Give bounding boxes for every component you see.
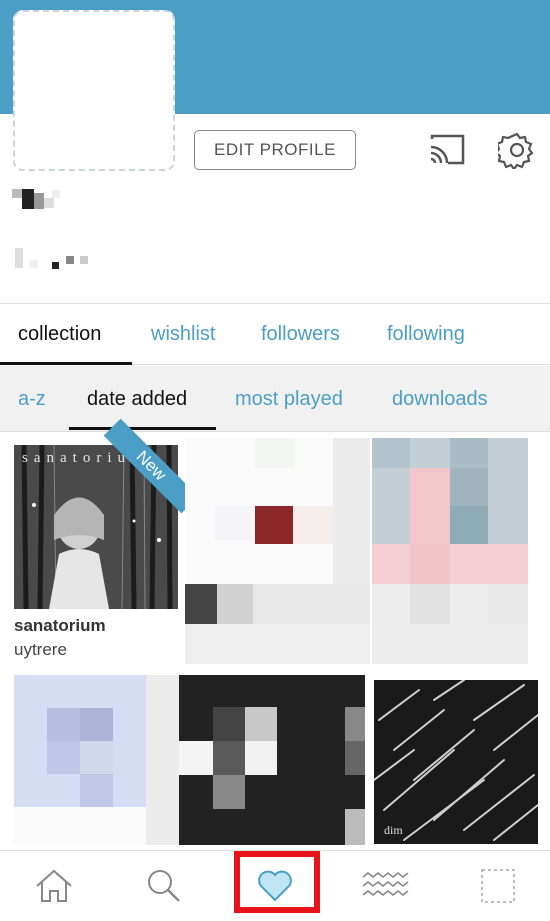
search-icon xyxy=(148,870,180,902)
tab-followers[interactable]: followers xyxy=(261,303,340,365)
sort-most-played[interactable]: most played xyxy=(235,366,343,432)
nav-feed[interactable] xyxy=(345,851,425,921)
album-cover-dim[interactable]: dim xyxy=(374,680,538,844)
album-title[interactable]: sanatorium xyxy=(14,616,106,636)
album-cover-obscured[interactable] xyxy=(14,675,179,845)
album-cover-obscured[interactable] xyxy=(179,675,365,845)
album-cover-obscured[interactable] xyxy=(185,438,370,664)
highlight-annotation xyxy=(234,851,320,913)
album-cover-obscured[interactable] xyxy=(372,438,528,664)
tab-following[interactable]: following xyxy=(387,303,465,365)
tab-collection[interactable]: collection xyxy=(18,303,101,365)
sort-date-added[interactable]: date added xyxy=(87,366,187,432)
home-icon xyxy=(36,869,72,902)
album-artist[interactable]: uytrere xyxy=(14,640,67,660)
active-sort-indicator xyxy=(69,427,216,430)
nav-profile[interactable] xyxy=(458,851,538,921)
active-tab-indicator xyxy=(0,362,132,365)
edit-profile-button[interactable]: EDIT PROFILE xyxy=(194,130,356,170)
nav-home[interactable] xyxy=(14,851,94,921)
avatar[interactable] xyxy=(13,10,175,171)
cover-text: dim xyxy=(384,823,403,837)
cast-icon[interactable] xyxy=(428,133,466,167)
nav-search[interactable] xyxy=(124,851,204,921)
album-art-streaks: dim xyxy=(374,680,538,844)
profile-icon xyxy=(481,869,515,903)
sort-a-z[interactable]: a-z xyxy=(18,366,46,432)
feed-wave-icon xyxy=(362,871,409,897)
tab-wishlist[interactable]: wishlist xyxy=(151,303,215,365)
gear-icon[interactable] xyxy=(498,131,536,169)
sort-downloads[interactable]: downloads xyxy=(392,366,488,432)
